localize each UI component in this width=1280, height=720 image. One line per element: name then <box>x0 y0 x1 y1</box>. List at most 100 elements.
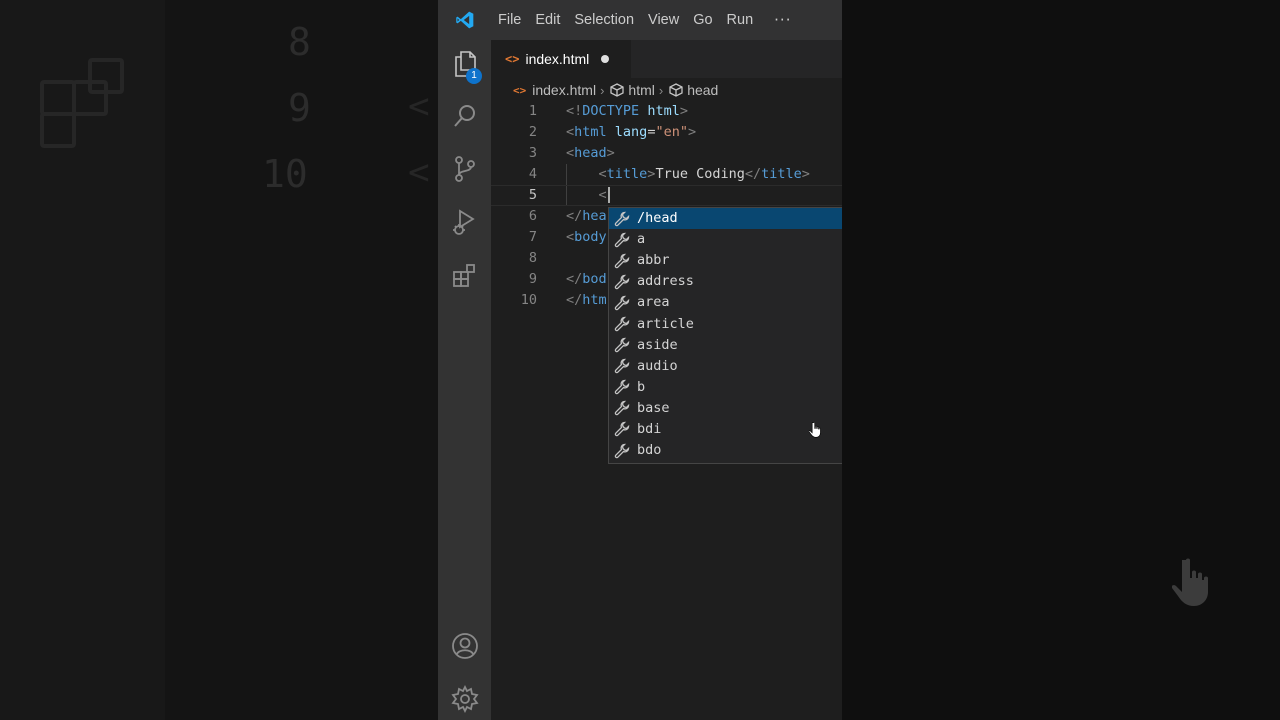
suggestion-item[interactable]: /head <box>609 208 842 230</box>
run-debug-icon <box>451 208 479 240</box>
code-text: </bod <box>566 269 607 290</box>
suggestion-label: /head <box>637 210 678 227</box>
code-line[interactable]: 4 <title>True Coding</title> <box>491 164 842 185</box>
search-icon <box>452 103 478 133</box>
suggestion-item[interactable]: bdi <box>609 419 842 440</box>
breadcrumb: <> index.html › html › head <box>491 79 842 101</box>
suggestion-item[interactable]: audio <box>609 356 842 377</box>
breadcrumb-file[interactable]: index.html <box>532 82 596 98</box>
unsaved-dot-icon[interactable] <box>601 55 610 63</box>
line-number: 4 <box>528 166 537 182</box>
suggestion-label: article <box>637 315 694 332</box>
code-token: title <box>606 166 648 182</box>
menu-file[interactable]: File <box>491 0 528 40</box>
account-button[interactable] <box>438 624 491 672</box>
suggestion-item[interactable]: address <box>609 271 842 292</box>
line-number: 5 <box>528 187 537 203</box>
background-line-number: 10 <box>262 152 308 196</box>
menu-view[interactable]: View <box>641 0 686 40</box>
code-token: < <box>566 124 575 140</box>
code-token: </ <box>744 166 762 182</box>
background-hand-cursor-icon <box>1171 556 1216 621</box>
source-control-button[interactable] <box>438 147 491 195</box>
breadcrumb-head[interactable]: head <box>687 82 718 98</box>
background-line-number: 8 <box>288 20 311 64</box>
extensions-icon <box>451 262 479 294</box>
background-code-glyph: < <box>408 86 430 127</box>
suggestion-widget[interactable]: /head a abbr address area article aside audio b b… <box>608 207 842 464</box>
code-text: <html lang="en"> <box>566 122 696 143</box>
wrench-icon <box>613 399 631 417</box>
manage-gear-icon <box>450 684 479 717</box>
vscode-logo-icon <box>438 0 491 40</box>
suggestion-item[interactable]: aside <box>609 335 842 356</box>
line-number: 3 <box>528 145 537 161</box>
menu-edit[interactable]: Edit <box>528 0 567 40</box>
code-text: < <box>566 186 610 205</box>
tab-index-html[interactable]: <> index.html <box>491 40 631 78</box>
code-token: htm <box>582 292 607 308</box>
breadcrumb-html[interactable]: html <box>628 82 654 98</box>
html-file-icon: <> <box>513 83 527 97</box>
code-text: <title>True Coding</title> <box>566 164 810 185</box>
suggestion-label: area <box>637 294 670 311</box>
code-text: <!DOCTYPE html> <box>566 101 688 122</box>
background-extensions-icon <box>40 58 130 148</box>
menu-selection[interactable]: Selection <box>567 0 641 40</box>
suggestion-label: aside <box>637 336 678 353</box>
tab-bar: <> index.html <box>491 40 842 78</box>
suggestion-label: base <box>637 399 670 416</box>
code-token: <! <box>566 103 583 119</box>
code-token: head <box>574 145 607 161</box>
code-line[interactable]: 5 < <box>491 185 842 206</box>
extensions-button[interactable] <box>438 254 491 302</box>
code-token: DOCTYPE <box>582 103 640 119</box>
line-number: 1 <box>528 103 537 119</box>
code-token: title <box>761 166 802 182</box>
code-text: <head> <box>566 143 615 164</box>
code-text: </htm <box>566 290 607 311</box>
wrench-icon <box>613 210 631 228</box>
code-token: lang <box>614 124 648 140</box>
wrench-icon <box>613 252 631 270</box>
activity-bar: 1 <box>438 40 491 720</box>
background-code-glyph: < <box>408 152 430 193</box>
line-number: 9 <box>528 271 537 287</box>
suggestion-item[interactable]: article <box>609 313 842 334</box>
suggestion-label: bdi <box>637 420 662 437</box>
code-token: </ <box>566 208 583 224</box>
explorer-button[interactable]: 1 <box>438 42 491 90</box>
source-control-icon <box>452 155 478 187</box>
suggestion-item[interactable]: base <box>609 398 842 419</box>
background-blur-left: 8 9 10 < < <box>0 0 438 720</box>
suggestion-item[interactable]: abbr <box>609 250 842 271</box>
code-line[interactable]: 2 <html lang="en"> <box>491 122 842 143</box>
code-token: > <box>679 103 688 119</box>
code-line[interactable]: 3 <head> <box>491 143 842 164</box>
wrench-icon <box>613 378 631 396</box>
wrench-icon <box>613 357 631 375</box>
suggestion-label: audio <box>637 357 678 374</box>
search-button[interactable] <box>438 94 491 142</box>
menu-run[interactable]: Run <box>720 0 761 40</box>
account-icon <box>451 632 479 664</box>
line-number: 2 <box>528 124 537 140</box>
line-number: 10 <box>520 292 537 308</box>
suggestion-item[interactable]: a <box>609 229 842 250</box>
suggestion-label: abbr <box>637 252 670 269</box>
code-token: body <box>574 229 607 245</box>
wrench-icon <box>613 442 631 460</box>
code-token: </ <box>566 271 583 287</box>
menu-go[interactable]: Go <box>686 0 719 40</box>
manage-button[interactable] <box>438 677 491 720</box>
code-token: html <box>647 103 680 119</box>
menu-more-button[interactable]: ··· <box>760 11 805 29</box>
suggestion-item[interactable]: b <box>609 377 842 398</box>
suggestion-item[interactable]: bdo <box>609 440 842 461</box>
code-line[interactable]: 1 <!DOCTYPE html> <box>491 101 842 122</box>
code-token: < <box>566 229 575 245</box>
suggestion-item[interactable]: area <box>609 292 842 313</box>
run-debug-button[interactable] <box>438 200 491 248</box>
